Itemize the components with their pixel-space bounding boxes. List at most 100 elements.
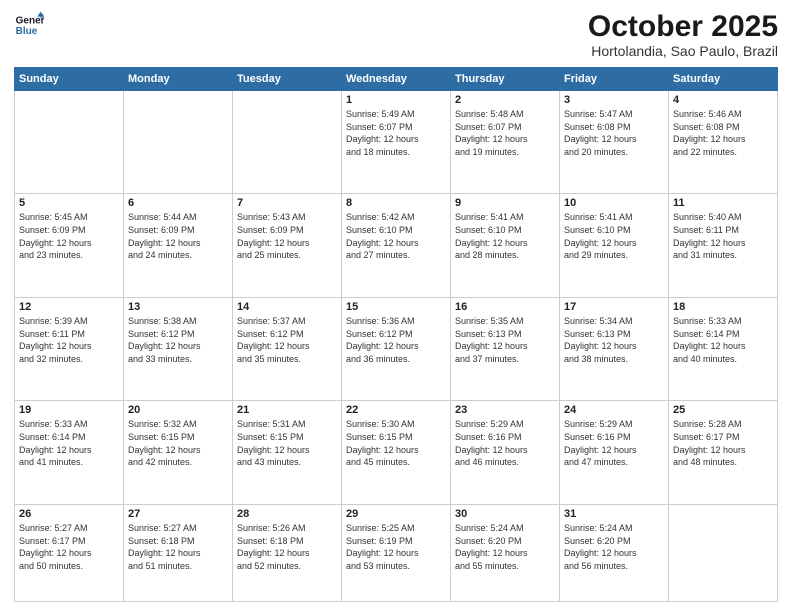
table-row: 26 Sunrise: 5:27 AM Sunset: 6:17 PM Dayli… bbox=[15, 504, 124, 601]
day-info: Sunrise: 5:27 AM Sunset: 6:17 PM Dayligh… bbox=[19, 522, 119, 572]
day-number: 20 bbox=[128, 404, 228, 416]
day-number: 13 bbox=[128, 301, 228, 313]
table-row: 21 Sunrise: 5:31 AM Sunset: 6:15 PM Dayli… bbox=[233, 401, 342, 504]
day-info: Sunrise: 5:33 AM Sunset: 6:14 PM Dayligh… bbox=[673, 315, 773, 365]
day-number: 28 bbox=[237, 508, 337, 520]
table-row: 28 Sunrise: 5:26 AM Sunset: 6:18 PM Dayli… bbox=[233, 504, 342, 601]
col-friday: Friday bbox=[560, 68, 669, 91]
table-row: 22 Sunrise: 5:30 AM Sunset: 6:15 PM Dayli… bbox=[342, 401, 451, 504]
day-number: 29 bbox=[346, 508, 446, 520]
day-number: 2 bbox=[455, 94, 555, 106]
svg-text:General: General bbox=[16, 15, 44, 26]
table-row: 31 Sunrise: 5:24 AM Sunset: 6:20 PM Dayli… bbox=[560, 504, 669, 601]
day-info: Sunrise: 5:31 AM Sunset: 6:15 PM Dayligh… bbox=[237, 418, 337, 468]
table-row: 14 Sunrise: 5:37 AM Sunset: 6:12 PM Dayli… bbox=[233, 297, 342, 400]
table-row: 13Sunrise: 5:38 AM Sunset: 6:12 PM Dayli… bbox=[124, 297, 233, 400]
day-info: Sunrise: 5:39 AM Sunset: 6:11 PM Dayligh… bbox=[19, 315, 119, 365]
day-info: Sunrise: 5:26 AM Sunset: 6:18 PM Dayligh… bbox=[237, 522, 337, 572]
day-number: 24 bbox=[564, 404, 664, 416]
day-number: 7 bbox=[237, 197, 337, 209]
day-info: Sunrise: 5:28 AM Sunset: 6:17 PM Dayligh… bbox=[673, 418, 773, 468]
table-row: 5Sunrise: 5:45 AM Sunset: 6:09 PM Daylig… bbox=[15, 194, 124, 297]
day-number: 26 bbox=[19, 508, 119, 520]
calendar-table: Sunday Monday Tuesday Wednesday Thursday… bbox=[14, 67, 778, 602]
table-row: 7 Sunrise: 5:43 AM Sunset: 6:09 PM Daylig… bbox=[233, 194, 342, 297]
main-title: October 2025 bbox=[588, 10, 778, 43]
day-info: Sunrise: 5:41 AM Sunset: 6:10 PM Dayligh… bbox=[564, 211, 664, 261]
table-row: 18Sunrise: 5:33 AM Sunset: 6:14 PM Dayli… bbox=[669, 297, 778, 400]
day-number: 21 bbox=[237, 404, 337, 416]
day-info: Sunrise: 5:29 AM Sunset: 6:16 PM Dayligh… bbox=[564, 418, 664, 468]
day-number: 22 bbox=[346, 404, 446, 416]
table-row: 19 Sunrise: 5:33 AM Sunset: 6:14 PM Dayli… bbox=[15, 401, 124, 504]
day-number: 9 bbox=[455, 197, 555, 209]
day-number: 16 bbox=[455, 301, 555, 313]
day-number: 15 bbox=[346, 301, 446, 313]
svg-text:Blue: Blue bbox=[16, 26, 38, 37]
day-info: Sunrise: 5:36 AM Sunset: 6:12 PM Dayligh… bbox=[346, 315, 446, 365]
day-number: 27 bbox=[128, 508, 228, 520]
day-info: Sunrise: 5:24 AM Sunset: 6:20 PM Dayligh… bbox=[564, 522, 664, 572]
calendar-week-row: 19 Sunrise: 5:33 AM Sunset: 6:14 PM Dayli… bbox=[15, 401, 778, 504]
calendar-week-row: 26 Sunrise: 5:27 AM Sunset: 6:17 PM Dayli… bbox=[15, 504, 778, 601]
day-number: 6 bbox=[128, 197, 228, 209]
calendar-week-row: 12 Sunrise: 5:39 AM Sunset: 6:11 PM Dayli… bbox=[15, 297, 778, 400]
table-row: 17Sunrise: 5:34 AM Sunset: 6:13 PM Dayli… bbox=[560, 297, 669, 400]
title-area: October 2025 Hortolandia, Sao Paulo, Bra… bbox=[588, 10, 778, 59]
table-row: 9Sunrise: 5:41 AM Sunset: 6:10 PM Daylig… bbox=[451, 194, 560, 297]
table-row: 6Sunrise: 5:44 AM Sunset: 6:09 PM Daylig… bbox=[124, 194, 233, 297]
table-row: 16 Sunrise: 5:35 AM Sunset: 6:13 PM Dayli… bbox=[451, 297, 560, 400]
table-row: 3Sunrise: 5:47 AM Sunset: 6:08 PM Daylig… bbox=[560, 91, 669, 194]
day-info: Sunrise: 5:49 AM Sunset: 6:07 PM Dayligh… bbox=[346, 108, 446, 158]
day-info: Sunrise: 5:42 AM Sunset: 6:10 PM Dayligh… bbox=[346, 211, 446, 261]
table-row: 12 Sunrise: 5:39 AM Sunset: 6:11 PM Dayli… bbox=[15, 297, 124, 400]
table-row bbox=[669, 504, 778, 601]
col-thursday: Thursday bbox=[451, 68, 560, 91]
day-number: 31 bbox=[564, 508, 664, 520]
table-row: 15 Sunrise: 5:36 AM Sunset: 6:12 PM Dayli… bbox=[342, 297, 451, 400]
day-info: Sunrise: 5:35 AM Sunset: 6:13 PM Dayligh… bbox=[455, 315, 555, 365]
table-row: 1 Sunrise: 5:49 AM Sunset: 6:07 PM Daylig… bbox=[342, 91, 451, 194]
table-row: 8 Sunrise: 5:42 AM Sunset: 6:10 PM Daylig… bbox=[342, 194, 451, 297]
table-row: 24 Sunrise: 5:29 AM Sunset: 6:16 PM Dayli… bbox=[560, 401, 669, 504]
table-row: 25 Sunrise: 5:28 AM Sunset: 6:17 PM Dayli… bbox=[669, 401, 778, 504]
day-number: 5 bbox=[19, 197, 119, 209]
table-row: 27Sunrise: 5:27 AM Sunset: 6:18 PM Dayli… bbox=[124, 504, 233, 601]
subtitle: Hortolandia, Sao Paulo, Brazil bbox=[588, 43, 778, 59]
table-row: 2Sunrise: 5:48 AM Sunset: 6:07 PM Daylig… bbox=[451, 91, 560, 194]
day-info: Sunrise: 5:25 AM Sunset: 6:19 PM Dayligh… bbox=[346, 522, 446, 572]
calendar-header-row: Sunday Monday Tuesday Wednesday Thursday… bbox=[15, 68, 778, 91]
table-row bbox=[124, 91, 233, 194]
day-info: Sunrise: 5:37 AM Sunset: 6:12 PM Dayligh… bbox=[237, 315, 337, 365]
col-sunday: Sunday bbox=[15, 68, 124, 91]
logo-icon: General Blue bbox=[14, 10, 44, 40]
day-info: Sunrise: 5:46 AM Sunset: 6:08 PM Dayligh… bbox=[673, 108, 773, 158]
col-wednesday: Wednesday bbox=[342, 68, 451, 91]
day-number: 14 bbox=[237, 301, 337, 313]
day-number: 12 bbox=[19, 301, 119, 313]
day-number: 4 bbox=[673, 94, 773, 106]
table-row: 30Sunrise: 5:24 AM Sunset: 6:20 PM Dayli… bbox=[451, 504, 560, 601]
day-info: Sunrise: 5:40 AM Sunset: 6:11 PM Dayligh… bbox=[673, 211, 773, 261]
col-saturday: Saturday bbox=[669, 68, 778, 91]
calendar-week-row: 1 Sunrise: 5:49 AM Sunset: 6:07 PM Daylig… bbox=[15, 91, 778, 194]
table-row: 4 Sunrise: 5:46 AM Sunset: 6:08 PM Daylig… bbox=[669, 91, 778, 194]
table-row bbox=[233, 91, 342, 194]
day-number: 11 bbox=[673, 197, 773, 209]
day-number: 30 bbox=[455, 508, 555, 520]
day-number: 19 bbox=[19, 404, 119, 416]
table-row: 10Sunrise: 5:41 AM Sunset: 6:10 PM Dayli… bbox=[560, 194, 669, 297]
day-info: Sunrise: 5:43 AM Sunset: 6:09 PM Dayligh… bbox=[237, 211, 337, 261]
page: General Blue October 2025 Hortolandia, S… bbox=[0, 0, 792, 612]
day-info: Sunrise: 5:32 AM Sunset: 6:15 PM Dayligh… bbox=[128, 418, 228, 468]
day-info: Sunrise: 5:30 AM Sunset: 6:15 PM Dayligh… bbox=[346, 418, 446, 468]
table-row: 23Sunrise: 5:29 AM Sunset: 6:16 PM Dayli… bbox=[451, 401, 560, 504]
table-row: 29 Sunrise: 5:25 AM Sunset: 6:19 PM Dayli… bbox=[342, 504, 451, 601]
day-number: 8 bbox=[346, 197, 446, 209]
day-number: 25 bbox=[673, 404, 773, 416]
table-row bbox=[15, 91, 124, 194]
day-number: 1 bbox=[346, 94, 446, 106]
table-row: 11 Sunrise: 5:40 AM Sunset: 6:11 PM Dayli… bbox=[669, 194, 778, 297]
day-info: Sunrise: 5:33 AM Sunset: 6:14 PM Dayligh… bbox=[19, 418, 119, 468]
day-info: Sunrise: 5:29 AM Sunset: 6:16 PM Dayligh… bbox=[455, 418, 555, 468]
